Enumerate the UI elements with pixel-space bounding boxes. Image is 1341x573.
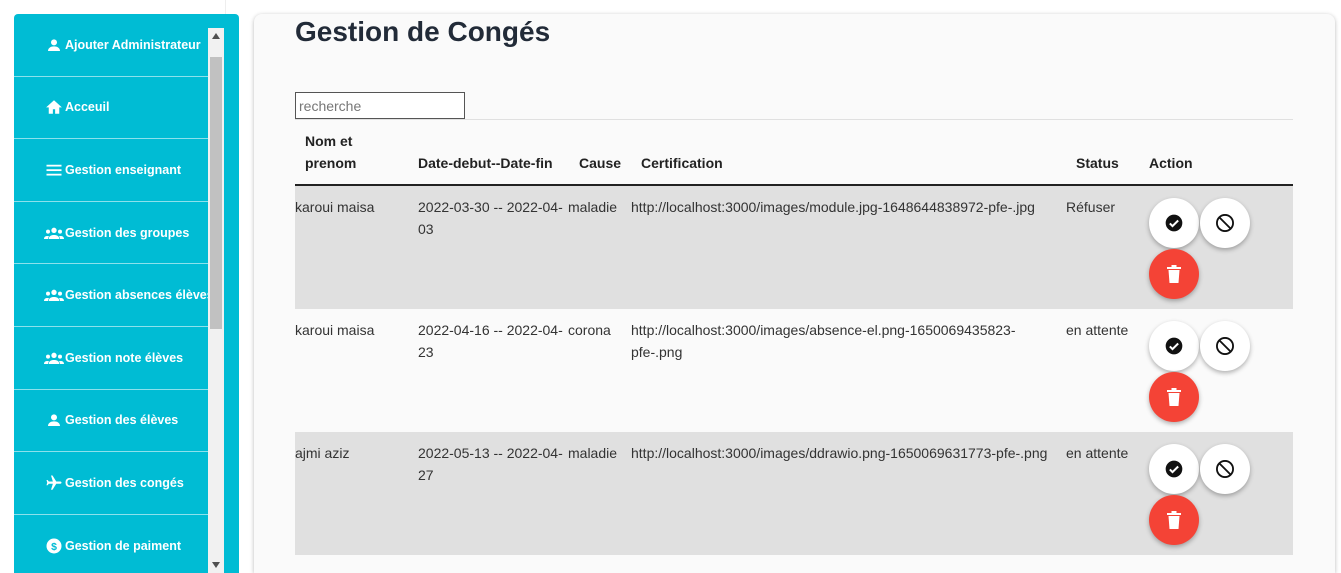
sidebar-item-label: Gestion des élèves <box>65 413 179 428</box>
sidebar-item-gestion-enseignant[interactable]: Gestion enseignant <box>14 139 208 202</box>
group-icon <box>44 286 64 304</box>
cell-certification: http://localhost:3000/images/module.jpg-… <box>631 199 1035 215</box>
sidebar-item-label: Gestion des groupes <box>65 225 190 240</box>
trash-icon <box>1167 265 1181 283</box>
delete-button[interactable] <box>1149 372 1199 422</box>
cell-dates: 2022-04-16 -- 2022-04-23 <box>418 322 563 360</box>
sidebar-item-label: Ajouter Administrateur <box>65 37 201 52</box>
header-dates: Date-debut--Date-fin <box>418 155 553 171</box>
person-icon <box>44 411 64 429</box>
accept-button[interactable] <box>1149 198 1199 248</box>
block-icon <box>1216 337 1234 355</box>
sidebar-item-gestion-eleves[interactable]: Gestion des élèves <box>14 390 208 453</box>
svg-text:$: $ <box>51 540 57 552</box>
group-icon <box>44 349 64 367</box>
cell-nom: karoui maisa <box>295 199 375 215</box>
cell-nom: ajmi aziz <box>295 445 350 461</box>
scroll-down-arrow-icon[interactable] <box>208 557 224 573</box>
sidebar-item-label: Gestion absences élèves <box>65 288 214 303</box>
person-icon <box>44 36 64 54</box>
table-row: ajmi aziz 2022-05-13 -- 2022-04-27 malad… <box>295 432 1293 555</box>
table-row: karoui maisa 2022-03-30 -- 2022-04-03 ma… <box>295 186 1293 309</box>
delete-button[interactable] <box>1149 249 1199 299</box>
header-cause: Cause <box>579 155 622 171</box>
dollar-icon: $ <box>44 537 64 555</box>
sidebar-item-label: Gestion enseignant <box>65 162 181 177</box>
sidebar-item-label: Acceuil <box>65 100 110 115</box>
sidebar-item-gestion-groupes[interactable]: Gestion des groupes <box>14 202 208 265</box>
sidebar-item-acceuil[interactable]: Acceuil <box>14 77 208 140</box>
airplane-icon <box>44 474 64 492</box>
block-icon <box>1216 214 1234 232</box>
block-icon <box>1216 460 1234 478</box>
trash-icon <box>1167 511 1181 529</box>
sidebar-item-gestion-conges[interactable]: Gestion des congés <box>14 452 208 515</box>
refuse-button[interactable] <box>1200 198 1250 248</box>
check-circle-icon <box>1165 214 1183 232</box>
cell-cause: maladie <box>568 445 618 461</box>
cell-nom: karoui maisa <box>295 322 375 338</box>
delete-button[interactable] <box>1149 495 1199 545</box>
accept-button[interactable] <box>1149 321 1199 371</box>
header-certification: Certification <box>641 155 723 171</box>
refuse-button[interactable] <box>1200 321 1250 371</box>
group-icon <box>44 224 64 242</box>
cell-status: en attente <box>1066 322 1129 338</box>
leave-table: Nom et prenom Date-debut--Date-fin Cause… <box>295 120 1293 555</box>
sidebar-scrollbar[interactable] <box>208 28 224 573</box>
sidebar-item-gestion-absences[interactable]: Gestion absences élèves <box>14 264 214 327</box>
scroll-up-arrow-icon[interactable] <box>208 28 224 44</box>
header-action: Action <box>1149 155 1193 171</box>
sidebar-item-label: Gestion de paiment <box>65 538 181 553</box>
header-status: Status <box>1076 155 1119 171</box>
trash-icon <box>1167 388 1181 406</box>
sidebar: Ajouter Administrateur Acceuil Gestion e… <box>14 14 239 573</box>
refuse-button[interactable] <box>1200 444 1250 494</box>
sidebar-item-label: Gestion des congés <box>65 475 184 490</box>
check-circle-icon <box>1165 460 1183 478</box>
menu-icon <box>44 161 64 179</box>
cell-dates: 2022-03-30 -- 2022-04-03 <box>418 199 563 237</box>
sidebar-item-gestion-paiment[interactable]: $ Gestion de paiment <box>14 515 208 573</box>
cell-cause: corona <box>568 322 611 338</box>
sidebar-item-label: Gestion note élèves <box>65 350 184 365</box>
sidebar-item-ajouter-administrateur[interactable]: Ajouter Administrateur <box>14 14 208 77</box>
search-input[interactable] <box>295 92 465 119</box>
cell-certification: http://localhost:3000/images/ddrawio.png… <box>631 445 1048 461</box>
scrollbar-thumb[interactable] <box>210 57 222 329</box>
home-icon <box>44 98 64 116</box>
accept-button[interactable] <box>1149 444 1199 494</box>
cell-dates: 2022-05-13 -- 2022-04-27 <box>418 445 563 483</box>
page-title: Gestion de Congés <box>295 16 551 47</box>
sidebar-menu: Ajouter Administrateur Acceuil Gestion e… <box>14 14 214 573</box>
table-header: Nom et prenom Date-debut--Date-fin Cause… <box>295 120 1293 186</box>
cell-status: en attente <box>1066 445 1129 461</box>
header-nom: Nom et prenom <box>305 133 357 171</box>
cell-certification: http://localhost:3000/images/absence-el.… <box>631 322 1016 360</box>
cell-status: Réfuser <box>1066 199 1116 215</box>
sidebar-item-gestion-notes[interactable]: Gestion note élèves <box>14 327 208 390</box>
check-circle-icon <box>1165 337 1183 355</box>
cell-cause: maladie <box>568 199 618 215</box>
main-panel: Gestion de Congés Nom et prenom Date-deb… <box>254 14 1335 573</box>
table-row: karoui maisa 2022-04-16 -- 2022-04-23 co… <box>295 309 1293 432</box>
